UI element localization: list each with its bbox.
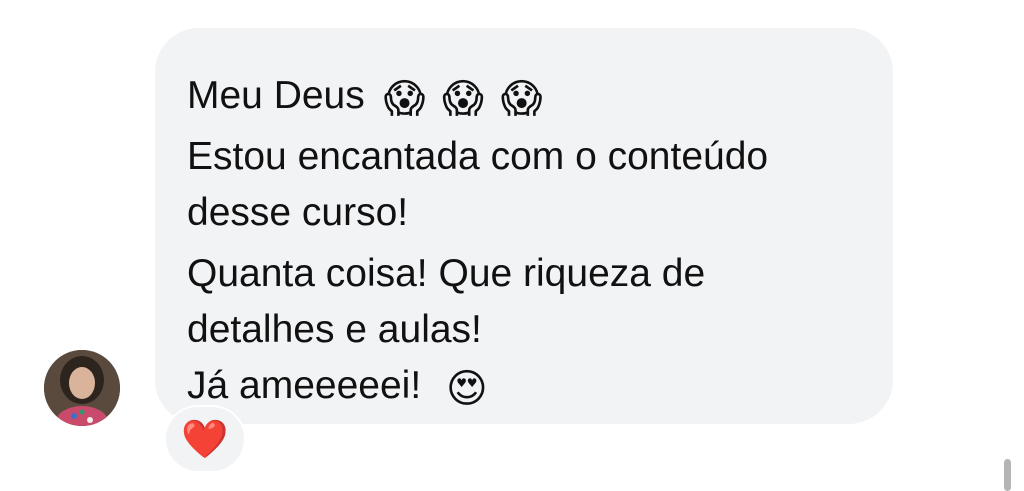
heart-eyes-emoji-icon: 😍: [446, 366, 488, 412]
scream-emoji-icon: 😱: [442, 76, 484, 122]
message-text: Estou encantada com o conteúdo: [187, 135, 769, 178]
message-text: Meu Deus: [187, 74, 365, 117]
avatar-image: [44, 350, 120, 426]
message-text: Já ameeeeei!: [187, 364, 422, 407]
heart-icon: ❤️: [181, 417, 229, 461]
scream-emoji-icon: 😱: [500, 76, 543, 122]
scrollbar[interactable]: [1004, 459, 1011, 491]
message-bubble[interactable]: Meu Deus 😱 😱 😱 Estou encantada com o con…: [155, 28, 893, 424]
message-line-last: Já ameeeeei! 😍: [187, 358, 863, 414]
message-line-1: Meu Deus 😱 😱 😱: [187, 68, 863, 124]
message-text: desse curso!: [187, 191, 409, 234]
message-text: detalhes e aulas!: [187, 308, 482, 351]
chat-thread: Meu Deus 😱 😱 😱 Estou encantada com o con…: [0, 0, 1024, 491]
message-text: Quanta coisa! Que riqueza de: [187, 252, 706, 295]
avatar[interactable]: [44, 350, 120, 426]
scream-emoji-icon: 😱: [383, 76, 426, 122]
reaction-badge[interactable]: ❤️: [166, 407, 244, 471]
